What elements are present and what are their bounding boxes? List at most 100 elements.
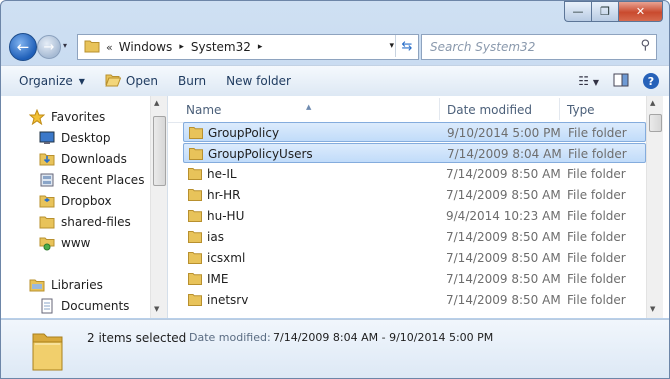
desktop-icon (39, 130, 55, 146)
file-row[interactable]: GroupPolicy 9/10/2014 5:00 PM File folder (183, 122, 646, 142)
nav-item-label: Desktop (61, 130, 111, 145)
filelist-scrollbar[interactable]: ▲ ▼ (646, 96, 663, 318)
maximize-button[interactable]: ❐ (591, 1, 618, 22)
forward-arrow-icon: → (43, 39, 55, 55)
libraries-icon (29, 277, 45, 293)
nav-item-dropbox[interactable]: Dropbox (39, 190, 112, 211)
caption-buttons: — ❐ ✕ (564, 1, 663, 22)
folder-icon (188, 251, 202, 267)
libraries-label: Libraries (51, 277, 103, 292)
organize-button[interactable]: Organize ▼ (1, 66, 95, 96)
file-row[interactable]: hu-HU 9/4/2014 10:23 AM File folder (183, 206, 646, 226)
details-pane: 2 items selected Date modified: 7/14/200… (1, 319, 669, 378)
forward-button[interactable]: → (37, 35, 61, 59)
nav-item-documents[interactable]: Documents (39, 295, 129, 316)
file-type: File folder (567, 209, 626, 223)
file-row[interactable]: inetsrv 7/14/2009 8:50 AM File folder (183, 290, 646, 310)
scroll-thumb[interactable] (649, 114, 662, 132)
breadcrumb-system32[interactable]: System32 (191, 40, 251, 54)
explorer-window: — ❐ ✕ ← → ▾ « Windows ▸ System32 ▸ ▾ ⇆ S… (0, 0, 670, 379)
column-divider[interactable] (439, 98, 440, 120)
scroll-up-icon[interactable]: ▲ (650, 99, 655, 107)
scroll-up-icon[interactable]: ▲ (154, 99, 159, 107)
sort-ascending-icon: ▲ (306, 103, 312, 111)
downloads-icon (39, 151, 55, 167)
scroll-thumb[interactable] (153, 116, 166, 186)
close-button[interactable]: ✕ (618, 1, 663, 22)
file-date: 7/14/2009 8:50 AM (446, 230, 561, 244)
help-button[interactable]: ? (643, 73, 659, 89)
file-type: File folder (568, 147, 627, 161)
nav-item-downloads[interactable]: Downloads (39, 148, 127, 169)
file-name: hr-HR (207, 188, 241, 202)
navpane-scrollbar[interactable]: ▲ ▼ (150, 96, 167, 318)
file-type: File folder (568, 126, 627, 140)
file-row[interactable]: icsxml 7/14/2009 8:50 AM File folder (183, 248, 646, 268)
breadcrumb-windows[interactable]: Windows (119, 40, 173, 54)
nav-item-desktop[interactable]: Desktop (39, 127, 111, 148)
favorites-header[interactable]: Favorites (28, 106, 106, 127)
shared-folder-icon (39, 214, 55, 230)
minimize-button[interactable]: — (564, 1, 591, 22)
back-button[interactable]: ← (9, 33, 37, 61)
recent-pages-dropdown[interactable]: ▾ (63, 41, 67, 50)
libraries-header[interactable]: Libraries (29, 274, 103, 295)
date-modified-value: 7/14/2009 8:04 AM - 9/10/2014 5:00 PM (273, 331, 494, 344)
file-date: 7/14/2009 8:50 AM (446, 272, 561, 286)
file-date: 7/14/2009 8:50 AM (446, 251, 561, 265)
nav-item-label: www (61, 235, 91, 250)
address-dropdown-icon[interactable]: ▾ (389, 41, 394, 51)
column-headers: ▲ Name Date modified Type (168, 96, 646, 123)
file-name: IME (207, 272, 229, 286)
file-row[interactable]: he-IL 7/14/2009 8:50 AM File folder (183, 164, 646, 184)
folder-icon (188, 209, 202, 225)
file-list: ▲ Name Date modified Type GroupPolicy 9/1… (168, 96, 669, 318)
breadcrumb-separator-icon[interactable]: ▸ (258, 42, 263, 52)
column-divider[interactable] (559, 98, 560, 120)
new-folder-button[interactable]: New folder (216, 66, 301, 96)
folder-icon (84, 39, 100, 56)
search-input[interactable]: Search System32 (430, 40, 535, 54)
open-button[interactable]: Open (95, 66, 168, 96)
new-folder-label: New folder (226, 74, 291, 88)
folder-icon (188, 230, 202, 246)
file-name: GroupPolicy (208, 126, 280, 140)
nav-item-shared-files[interactable]: shared-files (39, 211, 131, 232)
change-view-button[interactable]: ☷ ▼ (578, 74, 599, 88)
overflow-chevron-icon[interactable]: « (106, 41, 113, 54)
command-bar: Organize ▼ Open Burn New folder ☷ ▼ ? (1, 65, 669, 97)
file-name: ias (207, 230, 224, 244)
file-type: File folder (567, 272, 626, 286)
address-bar[interactable]: « Windows ▸ System32 ▸ ▾ ⇆ (77, 34, 419, 60)
folder-icon (188, 272, 202, 288)
organize-label: Organize (19, 74, 73, 88)
nav-item-label: Downloads (61, 151, 127, 166)
burn-button[interactable]: Burn (168, 66, 216, 96)
views-dropdown-icon: ▼ (592, 78, 599, 87)
views-icon: ☷ (578, 74, 590, 88)
favorites-label: Favorites (51, 109, 106, 124)
preview-pane-button[interactable] (613, 73, 629, 90)
scroll-down-icon[interactable]: ▼ (154, 305, 159, 313)
refresh-button[interactable]: ⇆ (395, 35, 418, 57)
file-type: File folder (567, 293, 626, 307)
breadcrumb-separator-icon[interactable]: ▸ (179, 42, 184, 52)
folder-icon (188, 293, 202, 309)
column-header-date[interactable]: Date modified (447, 103, 532, 117)
file-row[interactable]: GroupPolicyUsers 7/14/2009 8:04 AM File fo… (183, 143, 646, 163)
nav-item-recent-places[interactable]: Recent Places (39, 169, 144, 190)
file-name: inetsrv (207, 293, 249, 307)
scroll-down-icon[interactable]: ▼ (650, 305, 655, 313)
file-type: File folder (567, 167, 626, 181)
file-row[interactable]: hr-HR 7/14/2009 8:50 AM File folder (183, 185, 646, 205)
column-header-type[interactable]: Type (567, 103, 595, 117)
column-header-name[interactable]: Name (186, 103, 221, 117)
nav-item-www[interactable]: www (39, 232, 90, 253)
open-folder-icon (105, 73, 122, 90)
file-row[interactable]: IME 7/14/2009 8:50 AM File folder (183, 269, 646, 289)
file-row[interactable]: ias 7/14/2009 8:50 AM File folder (183, 227, 646, 247)
search-box[interactable]: Search System32 ⚲ (421, 34, 657, 60)
file-date: 9/10/2014 5:00 PM (447, 126, 561, 140)
nav-item-label: Recent Places (61, 172, 145, 187)
folder-icon (188, 167, 202, 183)
